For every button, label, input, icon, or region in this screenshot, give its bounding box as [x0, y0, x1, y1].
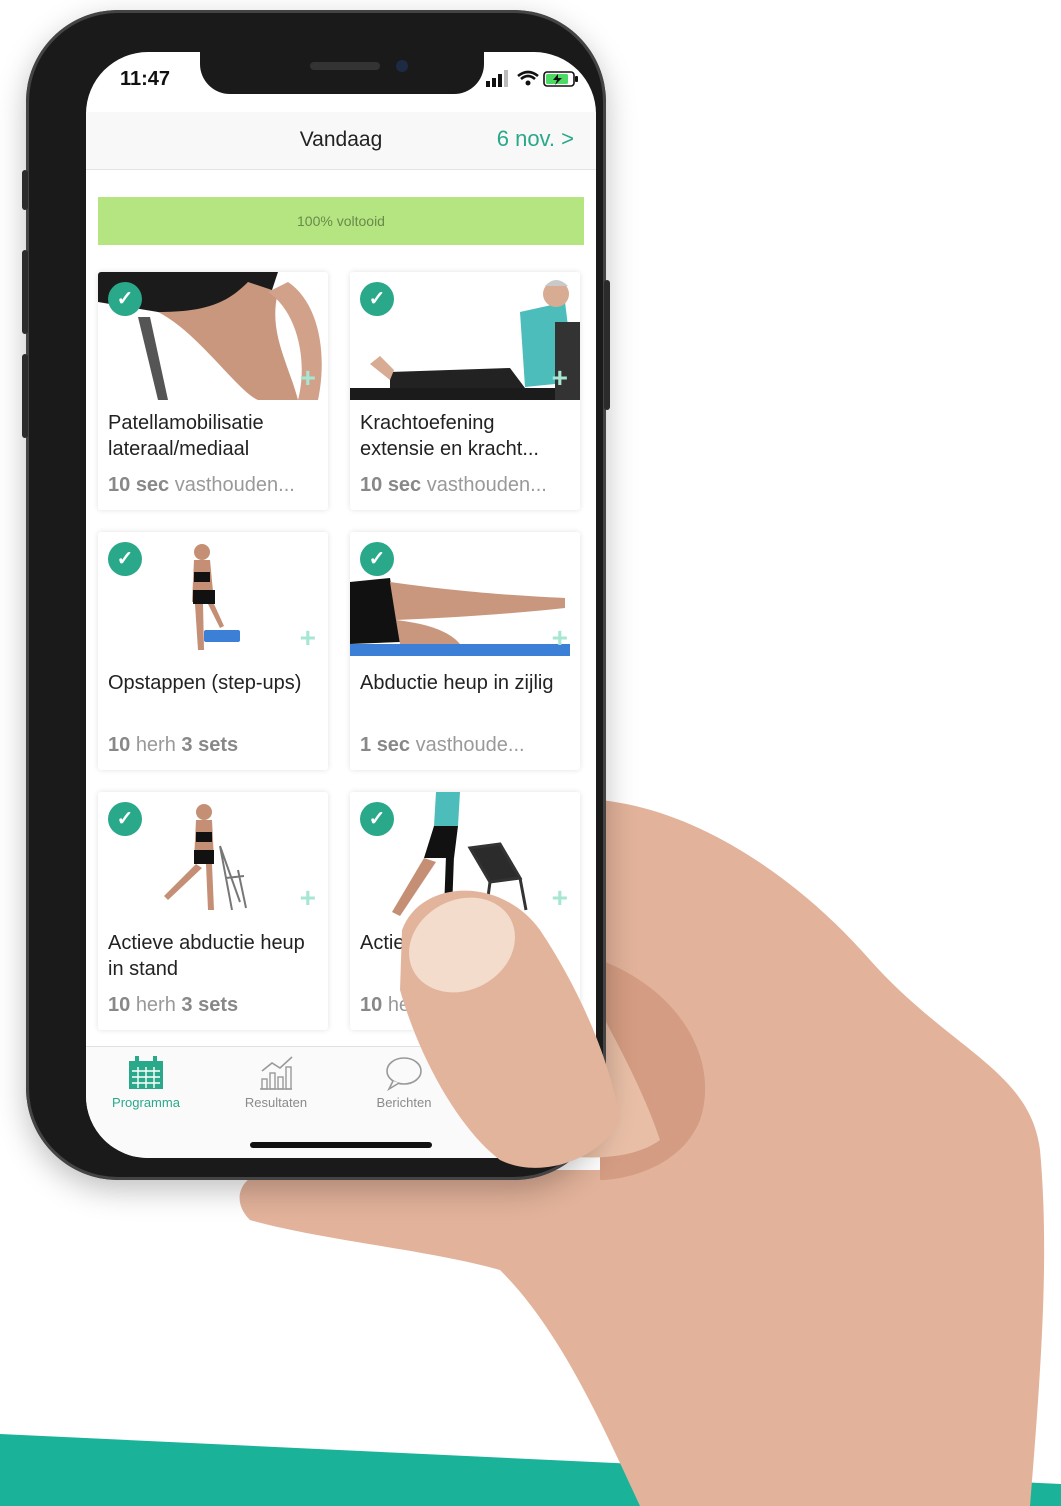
thumb-image: [400, 890, 620, 1168]
